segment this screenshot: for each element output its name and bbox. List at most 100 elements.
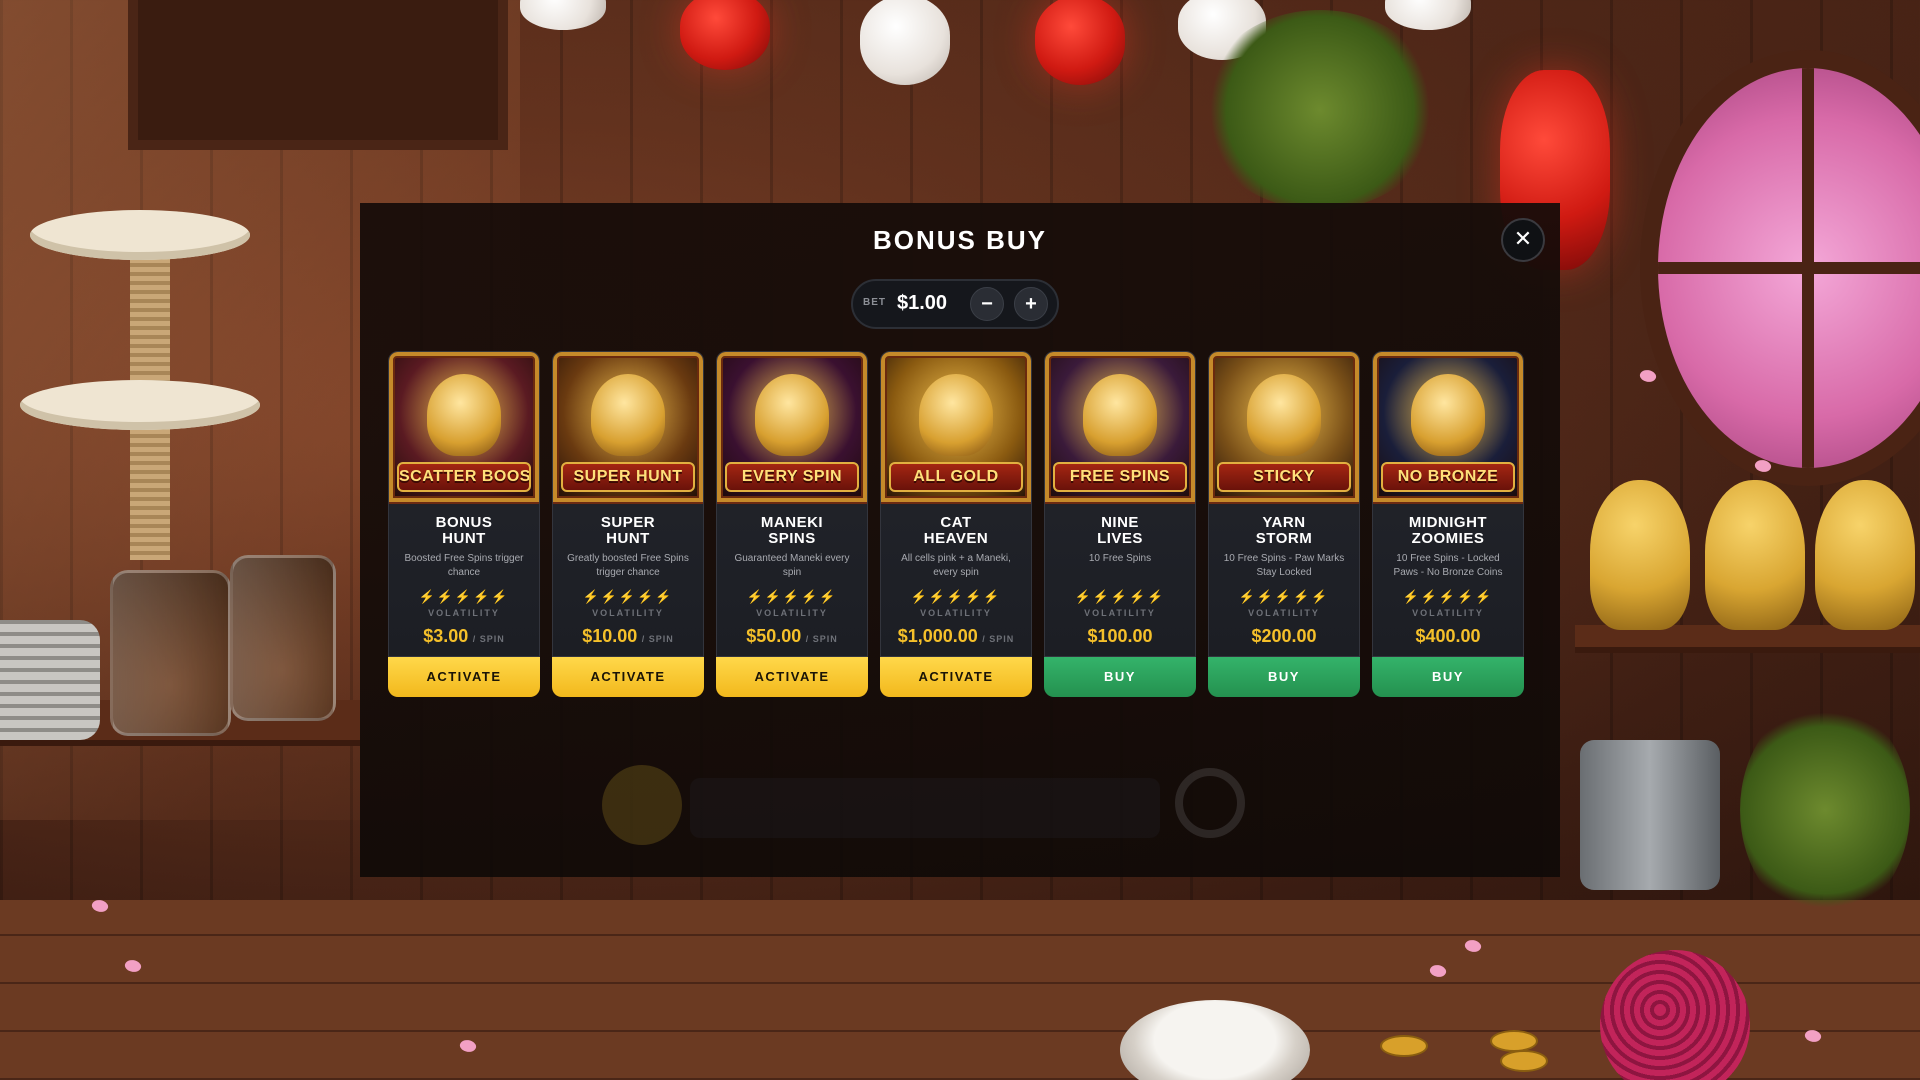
- bet-value: $1.00: [897, 292, 948, 314]
- lantern-red-2: [1035, 0, 1125, 85]
- volatility-bolt-icon: ⚡: [782, 589, 802, 604]
- watering-can: [1580, 740, 1720, 890]
- activate-button[interactable]: ACTIVATE: [716, 657, 868, 697]
- volatility-bolt-icon: ⚡: [801, 589, 820, 604]
- card-title: SUPER HUNT: [557, 515, 699, 547]
- card-banner: NO BRONZE: [1381, 462, 1515, 492]
- card-price: $10.00 / SPIN: [553, 626, 703, 647]
- volatility-label: VOLATILITY: [1412, 608, 1484, 618]
- volatility-bolt-icon: ⚡: [983, 589, 1002, 604]
- maneki-figure-1: [1590, 480, 1690, 630]
- volatility-bolt-icon: ⚡: [1274, 589, 1294, 604]
- modal-title: BONUS BUY: [872, 225, 1047, 255]
- card-body: FREE SPINS NINE LIVES 10 Free Spins ⚡⚡⚡⚡⚡ VOL…: [1044, 351, 1196, 657]
- card-title-line1: NINE: [1101, 514, 1139, 531]
- volatility-bolt-icon: ⚡: [946, 589, 966, 604]
- volatility-bolt-icon: ⚡: [1074, 589, 1093, 604]
- plate-stack: [0, 620, 100, 740]
- coin-1: [1380, 1035, 1428, 1057]
- volatility-bolt-icon: ⚡: [1129, 589, 1148, 604]
- volatility-bolt-icon: ⚡: [1147, 589, 1166, 604]
- volatility-bolt-icon: ⚡: [436, 589, 455, 604]
- per-spin-label: / SPIN: [641, 634, 674, 644]
- activate-button[interactable]: ACTIVATE: [880, 657, 1032, 697]
- card-title: CAT HEAVEN: [885, 515, 1027, 547]
- volatility-bolt-icon: ⚡: [600, 589, 619, 604]
- volatility-bolt-icon: ⚡: [910, 589, 929, 604]
- volatility-label: VOLATILITY: [428, 608, 500, 618]
- card-banner: ALL GOLD: [889, 462, 1023, 492]
- bet-decrease-button[interactable]: −: [970, 287, 1004, 321]
- volatility-bolt-icon: ⚡: [1092, 589, 1111, 604]
- volatility-bolt-icon: ⚡: [1110, 589, 1130, 604]
- buy-button[interactable]: BUY: [1372, 657, 1524, 697]
- price-value: $400.00: [1415, 626, 1481, 646]
- volatility-bolt-icon: ⚡: [1256, 589, 1275, 604]
- card-description: 10 Free Spins - Locked Paws - No Bronze …: [1393, 553, 1503, 578]
- volatility-rating: ⚡⚡⚡⚡⚡: [1045, 589, 1195, 605]
- card-description: 10 Free Spins - Paw Marks Stay Locked: [1223, 553, 1345, 578]
- card-title-line2: HUNT: [442, 530, 486, 547]
- card-body: SCATTER BOOST BONUS HUNT Boosted Free Spins…: [388, 351, 540, 657]
- background-spin-button: [602, 765, 682, 845]
- buy-button[interactable]: BUY: [1208, 657, 1360, 697]
- card-title-line2: LIVES: [1097, 530, 1143, 547]
- card-artwork: SCATTER BOOST: [389, 352, 539, 504]
- card-title-line1: YARN: [1262, 514, 1306, 531]
- card-title-line1: MIDNIGHT: [1408, 514, 1488, 531]
- price-value: $50.00: [746, 626, 802, 646]
- card-title-line1: CAT: [940, 514, 972, 531]
- price-value: $3.00: [423, 626, 469, 646]
- volatility-label: VOLATILITY: [1248, 608, 1320, 618]
- card-description: Boosted Free Spins trigger chance: [404, 553, 524, 578]
- volatility-bolt-icon: ⚡: [618, 589, 638, 604]
- card-banner: EVERY SPIN: [725, 462, 859, 492]
- card-body: STICKY YARN STORM 10 Free Spins - Paw Marks…: [1208, 351, 1360, 657]
- card-artwork: EVERY SPIN: [717, 352, 867, 504]
- volatility-bolt-icon: ⚡: [1238, 589, 1257, 604]
- card-title-line1: BONUS: [435, 514, 493, 531]
- bonus-card: ALL GOLD CAT HEAVEN All cells pink + a Mane…: [880, 351, 1032, 699]
- bonus-buy-modal: BONUS BUY ✕ BET $1.00 − + SCATTER BOOST B…: [360, 203, 1560, 877]
- volatility-bolt-icon: ⚡: [764, 589, 783, 604]
- card-title: YARN STORM: [1213, 515, 1355, 547]
- price-value: $10.00: [582, 626, 638, 646]
- bet-selector: BET $1.00 − +: [851, 279, 1059, 329]
- card-artwork: SUPER HUNT: [553, 352, 703, 504]
- volatility-bolt-icon: ⚡: [928, 589, 947, 604]
- close-button[interactable]: ✕: [1501, 218, 1545, 262]
- volatility-bolt-icon: ⚡: [1475, 589, 1494, 604]
- price-value: $100.00: [1087, 626, 1153, 646]
- card-price: $3.00 / SPIN: [389, 626, 539, 647]
- activate-button[interactable]: ACTIVATE: [388, 657, 540, 697]
- volatility-label: VOLATILITY: [1084, 608, 1156, 618]
- card-artwork: FREE SPINS: [1045, 352, 1195, 504]
- bonus-card: EVERY SPIN MANEKI SPINS Guaranteed Maneki e…: [716, 351, 868, 699]
- card-artwork: STICKY: [1209, 352, 1359, 504]
- volatility-bolt-icon: ⚡: [1293, 589, 1312, 604]
- volatility-bolt-icon: ⚡: [746, 589, 765, 604]
- bet-increase-button[interactable]: +: [1014, 287, 1048, 321]
- card-artwork: ALL GOLD: [881, 352, 1031, 504]
- card-title: MANEKI SPINS: [721, 515, 863, 547]
- background-control-bar: [690, 778, 1160, 838]
- coin-3: [1500, 1050, 1548, 1072]
- coin-2: [1490, 1030, 1538, 1052]
- volatility-bolt-icon: ⚡: [655, 589, 674, 604]
- card-body: NO BRONZE MIDNIGHT ZOOMIES 10 Free Spins - …: [1372, 351, 1524, 657]
- card-banner: FREE SPINS: [1053, 462, 1187, 492]
- card-price: $400.00: [1373, 626, 1523, 647]
- card-banner: STICKY: [1217, 462, 1351, 492]
- card-banner: SCATTER BOOST: [397, 462, 531, 492]
- volatility-bolt-icon: ⚡: [454, 589, 474, 604]
- bonus-card: SUPER HUNT SUPER HUNT Greatly boosted Free …: [552, 351, 704, 699]
- cat-tree: [20, 200, 260, 560]
- buy-button[interactable]: BUY: [1044, 657, 1196, 697]
- hanging-plant: [1200, 10, 1440, 210]
- card-title-line2: ZOOMIES: [1411, 530, 1485, 547]
- volatility-bolt-icon: ⚡: [1438, 589, 1458, 604]
- maneki-figure-2: [1705, 480, 1805, 630]
- volatility-bolt-icon: ⚡: [473, 589, 492, 604]
- activate-button[interactable]: ACTIVATE: [552, 657, 704, 697]
- volatility-rating: ⚡⚡⚡⚡⚡: [389, 589, 539, 605]
